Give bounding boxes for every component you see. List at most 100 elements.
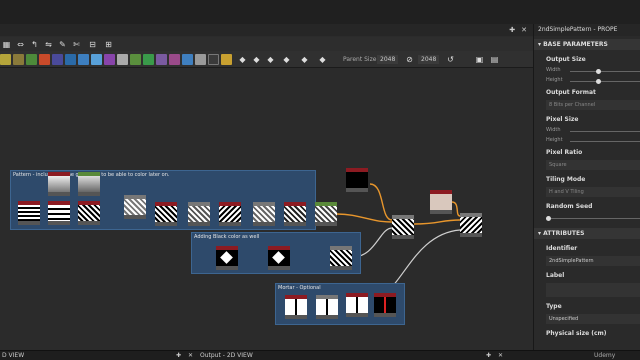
view-tab-3d[interactable]: D VIEW — [2, 352, 24, 359]
node-preset-icon[interactable] — [26, 54, 37, 65]
tiling-mode-select[interactable]: H and V Tiling — [546, 187, 640, 197]
camera-icon[interactable]: ▣ — [475, 55, 484, 64]
physical-size-label: Physical size (cm) — [546, 330, 607, 337]
section-attributes[interactable]: ▾ ATTRIBUTES — [534, 228, 640, 239]
identifier-input[interactable]: 2ndSimplePattern — [546, 256, 640, 266]
graph-node[interactable] — [268, 246, 290, 270]
graph-node[interactable] — [346, 168, 368, 192]
node-preset-icon[interactable] — [78, 54, 89, 65]
graph-title-bar: ✚ ✕ — [0, 24, 533, 36]
node-preset-icon[interactable] — [13, 54, 24, 65]
graph-toolbar-nodes: ◆ ◆ ◆ ◆ ◆ ◆ Parent Size: 2048 ⊘ 2048 ↺ ▣… — [0, 51, 533, 68]
parent-size-value[interactable]: 2048 — [377, 55, 399, 64]
bottom-bar: D VIEW ✚ ✕ Output - 2D VIEW ✚ ✕ Udemy — [0, 350, 640, 360]
output-height-row: Height — [534, 77, 640, 84]
graph-node[interactable] — [124, 195, 146, 219]
pin-icon[interactable]: ✚ — [486, 352, 491, 359]
identifier-label: Identifier — [546, 245, 578, 252]
output-width-slider[interactable] — [570, 69, 640, 74]
node-preset-icon[interactable] — [0, 54, 11, 65]
close-icon[interactable]: ✕ — [188, 352, 193, 359]
size-value[interactable]: 2048 — [418, 55, 440, 64]
tiling-mode-label: Tiling Mode — [546, 176, 586, 183]
node-preset-icon[interactable] — [169, 54, 180, 65]
link-icon[interactable]: ⊘ — [405, 55, 414, 64]
pixel-width-row: Width — [534, 127, 640, 133]
selection-icon[interactable]: ⊞ — [104, 40, 113, 49]
graph-node[interactable] — [48, 172, 70, 196]
graph-node[interactable] — [18, 201, 40, 225]
graph-node[interactable] — [155, 202, 177, 226]
frame-icon[interactable]: ▦ — [2, 40, 11, 49]
connect-icon[interactable]: ⇋ — [44, 40, 53, 49]
refresh-icon[interactable]: ↺ — [446, 55, 455, 64]
graph-node[interactable] — [315, 202, 337, 226]
graph-node[interactable] — [78, 201, 100, 225]
link-icon[interactable]: ⇔ — [16, 40, 25, 49]
align-icon[interactable]: ↰ — [30, 40, 39, 49]
graph-node[interactable] — [284, 202, 306, 226]
graph-node[interactable] — [253, 202, 275, 226]
output-format-select[interactable]: 8 Bits per Channel — [546, 100, 640, 110]
output-width-row: Width — [534, 67, 640, 74]
grid-snap-icon[interactable]: ⊟ — [88, 40, 97, 49]
label-input[interactable] — [546, 283, 640, 297]
edge-orange — [413, 219, 461, 225]
parent-size-label: Parent Size: — [343, 56, 379, 63]
graph-node[interactable] — [374, 293, 396, 317]
tool-icon[interactable]: ✎ — [58, 40, 67, 49]
pin-icon[interactable]: ◆ — [238, 55, 247, 64]
pin-icon[interactable]: ◆ — [300, 55, 309, 64]
pin-icon[interactable]: ✚ — [176, 352, 181, 359]
view-tab-2d[interactable]: Output - 2D VIEW — [200, 352, 253, 359]
node-preset-icon[interactable] — [91, 54, 102, 65]
node-preset-icon[interactable] — [195, 54, 206, 65]
node-preset-icon[interactable] — [117, 54, 128, 65]
pin-icon[interactable]: ◆ — [252, 55, 261, 64]
graph-node[interactable] — [316, 295, 338, 319]
graph-node[interactable] — [330, 246, 352, 270]
pin-icon[interactable]: ◆ — [282, 55, 291, 64]
node-preset-icon[interactable] — [39, 54, 50, 65]
type-select[interactable]: Unspecified — [546, 314, 640, 324]
output-format-label: Output Format — [546, 89, 596, 96]
random-seed-slider[interactable] — [546, 216, 640, 221]
graph-node[interactable] — [216, 246, 238, 270]
close-icon[interactable]: ✕ — [498, 352, 503, 359]
settings-icon[interactable]: ▤ — [490, 55, 499, 64]
node-preset-icon[interactable] — [156, 54, 167, 65]
graph-node[interactable] — [48, 201, 70, 225]
node-preset-icon[interactable] — [208, 54, 219, 65]
section-base-parameters[interactable]: ▾ BASE PARAMETERS — [534, 39, 640, 50]
pixel-ratio-select[interactable]: Square — [546, 160, 640, 170]
node-preset-icon[interactable] — [52, 54, 63, 65]
pixel-size-label: Pixel Size — [546, 116, 579, 123]
node-preset-icon[interactable] — [104, 54, 115, 65]
node-preset-icon[interactable] — [130, 54, 141, 65]
properties-panel: 2ndSimplePattern - PROPE ▾ BASE PARAMETE… — [533, 24, 640, 350]
node-preset-icon[interactable] — [65, 54, 76, 65]
graph-node[interactable] — [219, 202, 241, 226]
pixel-width-slider[interactable] — [570, 131, 640, 132]
random-seed-label: Random Seed — [546, 203, 593, 210]
wrench-icon[interactable]: ✄ — [72, 40, 81, 49]
node-preset-icon[interactable] — [143, 54, 154, 65]
node-preset-icon[interactable] — [221, 54, 232, 65]
pixel-ratio-label: Pixel Ratio — [546, 149, 583, 156]
graph-node[interactable] — [430, 190, 452, 214]
graph-node[interactable] — [285, 295, 307, 319]
graph-node[interactable] — [78, 172, 100, 196]
pin-icon[interactable]: ◆ — [318, 55, 327, 64]
node-preset-icon[interactable] — [182, 54, 193, 65]
graph-node-blend[interactable] — [392, 215, 414, 239]
pixel-height-slider[interactable] — [570, 141, 640, 142]
close-icon[interactable]: ✕ — [521, 26, 527, 34]
graph-node[interactable] — [346, 293, 368, 317]
graph-node[interactable] — [188, 202, 210, 226]
output-height-slider[interactable] — [570, 79, 640, 84]
pin-icon[interactable]: ✚ — [509, 26, 515, 34]
random-seed-row — [534, 214, 640, 221]
graph-node-output[interactable] — [460, 213, 482, 237]
edge-orange — [336, 213, 393, 223]
pin-icon[interactable]: ◆ — [266, 55, 275, 64]
